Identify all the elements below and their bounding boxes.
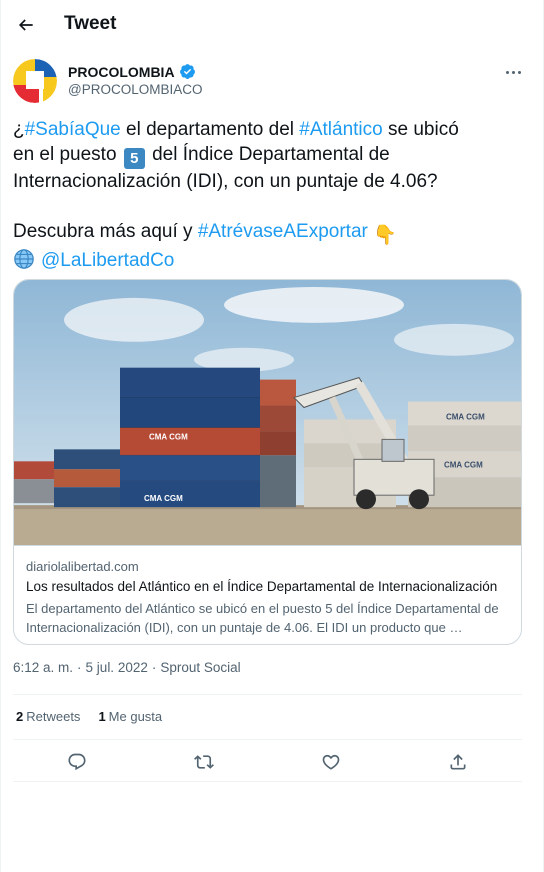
tweet-line-5: @LaLibertadCo <box>13 248 523 273</box>
like-icon <box>322 754 340 770</box>
author-name-row: PROCOLOMBIA <box>68 63 196 80</box>
dot <box>517 70 521 74</box>
divider <box>13 739 522 740</box>
card-domain: diariolalibertad.com <box>26 559 139 574</box>
hashtag-atrevaseaexportar[interactable]: #AtrévaseAExportar <box>198 221 368 242</box>
separator: · <box>151 660 157 675</box>
text: el departamento del <box>120 119 300 140</box>
share-button[interactable] <box>440 744 476 780</box>
back-button[interactable] <box>10 9 42 41</box>
retweet-icon <box>194 755 214 769</box>
retweets-label: Retweets <box>26 709 81 724</box>
divider <box>13 694 522 695</box>
tweet-text: ¿#SabíaQue el departamento del #Atlántic… <box>13 117 523 273</box>
tweet-source[interactable]: Sprout Social <box>160 660 240 675</box>
likes-label: Me gusta <box>108 709 163 724</box>
text: en el puesto <box>13 144 122 165</box>
tweet-line-2: en el puesto 5 del Índice Departamental … <box>13 142 523 169</box>
reply-button[interactable] <box>59 744 95 780</box>
hashtag-sabiaque[interactable]: #SabíaQue <box>25 119 121 140</box>
card-image[interactable]: CMA CGM CMA CGM CMA CGM CMA CGM <box>14 280 521 546</box>
retweet-button[interactable] <box>186 744 222 780</box>
share-icon <box>450 754 466 770</box>
text: del Índice Departamental de <box>146 144 390 165</box>
header: Tweet <box>0 0 544 50</box>
likes-count: 1 <box>98 709 106 724</box>
dot <box>511 70 515 74</box>
keycap-five-emoji: 5 <box>123 148 145 169</box>
mention-lalibertadco[interactable]: @LaLibertadCo <box>41 250 174 271</box>
tweet-actions <box>13 744 522 780</box>
link-card[interactable]: CMA CGM CMA CGM CMA CGM CMA CGM diariola… <box>13 279 522 645</box>
divider <box>13 781 522 782</box>
retweets-count: 2 <box>16 709 24 724</box>
text: Descubra más aquí y <box>13 221 198 242</box>
text: ¿ <box>13 119 25 140</box>
container-logo: CMA CGM <box>446 412 485 421</box>
hashtag-atlantico[interactable]: #Atlántico <box>299 119 382 140</box>
pointing-down-emoji: 👇 <box>373 225 397 246</box>
text: se ubicó <box>382 119 459 140</box>
tweet-line-3: Internacionalización (IDI), con un punta… <box>13 171 438 192</box>
page-title: Tweet <box>64 13 117 34</box>
card-description: El departamento del Atlántico se ubicó e… <box>26 601 499 635</box>
author-handle[interactable]: @PROCOLOMBIACO <box>68 82 202 97</box>
verified-badge-icon <box>179 64 195 79</box>
avatar[interactable] <box>13 59 57 103</box>
tweet-date[interactable]: 5 jul. 2022 <box>86 660 148 675</box>
likes-stat[interactable]: 1 Me gusta <box>98 709 162 724</box>
container-logo: CMA CGM <box>149 432 188 441</box>
more-options-button[interactable] <box>498 60 528 84</box>
tweet-line-1: ¿#SabíaQue el departamento del #Atlántic… <box>13 117 523 142</box>
separator: · <box>77 660 82 675</box>
tweet-line-4: Descubra más aquí y #AtrévaseAExportar 👇 <box>13 219 523 248</box>
retweets-stat[interactable]: 2 Retweets <box>16 709 80 724</box>
tweet-stats: 2 Retweets 1 Me gusta <box>16 709 162 724</box>
reply-icon <box>68 753 86 771</box>
procolombia-logo <box>13 59 57 103</box>
globe-icon <box>14 249 34 269</box>
tweet-time[interactable]: 6:12 a. m. <box>13 660 73 675</box>
dot <box>505 70 509 74</box>
tweet-timestamp: 6:12 a. m. · 5 jul. 2022 · Sprout Social <box>13 660 241 675</box>
author-name[interactable]: PROCOLOMBIA <box>68 64 175 80</box>
container-logo: CMA CGM <box>144 494 183 503</box>
arrow-left-icon <box>18 19 33 31</box>
container-logo: CMA CGM <box>444 460 483 469</box>
card-title: Los resultados del Atlántico en el Índic… <box>26 579 498 594</box>
like-button[interactable] <box>313 744 349 780</box>
